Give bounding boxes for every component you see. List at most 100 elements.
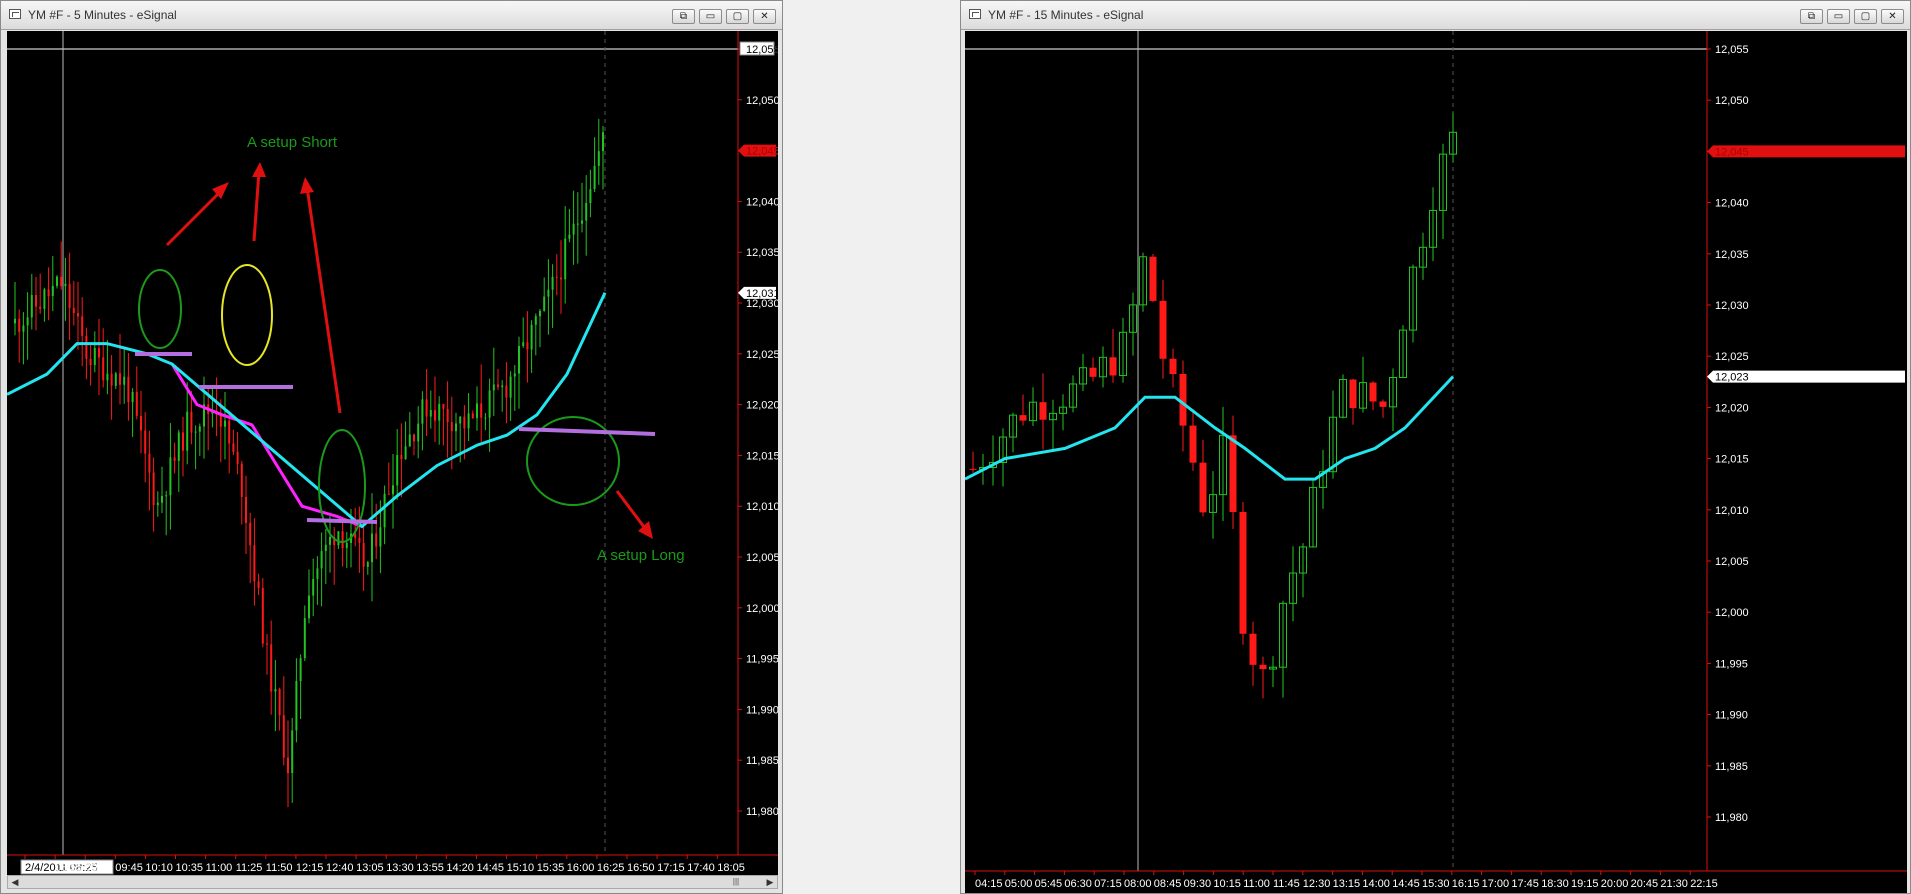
candle-body bbox=[261, 587, 264, 644]
candle-body bbox=[190, 411, 193, 433]
time-tick-label: 19:15 bbox=[1571, 878, 1599, 890]
maximize-button[interactable]: ▢ bbox=[726, 9, 749, 24]
annotation-circle bbox=[318, 429, 366, 543]
candle-body bbox=[442, 404, 445, 409]
maximize-button[interactable]: ▢ bbox=[1854, 9, 1877, 24]
price-tick-label: 11,980 bbox=[1715, 812, 1748, 824]
price-tick-label: 12,010 bbox=[746, 501, 778, 513]
candle-body bbox=[56, 276, 58, 286]
candle-body bbox=[173, 457, 176, 461]
candle-body bbox=[39, 306, 42, 309]
time-tick-label: 17:45 bbox=[1511, 878, 1539, 890]
price-tick-label: 11,990 bbox=[746, 704, 778, 716]
candle-body bbox=[434, 410, 436, 421]
arrow bbox=[165, 187, 225, 247]
annotation-setup-long: A setup Long bbox=[597, 547, 685, 564]
price-chart[interactable]: A setup Short A setup Long 12,055 12,050 1… bbox=[7, 31, 778, 875]
candle-body bbox=[1259, 664, 1267, 670]
price-tick-label: 11,995 bbox=[1715, 658, 1748, 670]
candle-body bbox=[303, 618, 306, 659]
candle-body bbox=[81, 316, 84, 336]
time-tick-label: 16:25 bbox=[597, 862, 625, 874]
candle-body bbox=[278, 688, 281, 716]
candle-body bbox=[60, 276, 63, 287]
candle-body bbox=[110, 373, 113, 386]
candle-body bbox=[593, 165, 596, 190]
candle-body bbox=[89, 358, 92, 366]
time-tick-label: 20:45 bbox=[1631, 878, 1659, 890]
candle-body bbox=[106, 373, 109, 381]
time-axis: 04:15 05:00 05:45 06:30 07:15 08:00 08:45 09:30… bbox=[965, 870, 1907, 890]
candle-body bbox=[194, 431, 197, 433]
candle-body bbox=[148, 453, 151, 473]
time-tick-label: 13:15 bbox=[1333, 878, 1361, 890]
time-tick-label: 11:00 bbox=[206, 862, 233, 874]
price-tick-label: 12,040 bbox=[746, 196, 778, 208]
restore-button[interactable]: ⧉ bbox=[672, 9, 695, 24]
candle-body bbox=[568, 234, 571, 239]
candle-body bbox=[270, 644, 273, 692]
candle-body bbox=[72, 308, 75, 314]
candle-body bbox=[182, 432, 184, 451]
price-tick-label: 12,035 bbox=[1715, 249, 1749, 261]
close-button[interactable]: ✕ bbox=[1881, 9, 1904, 24]
time-tick-label: 04:15 bbox=[975, 878, 1003, 890]
time-tick-label: 12:30 bbox=[1303, 878, 1331, 890]
last-price-label: 12,045 bbox=[746, 146, 778, 158]
candle-body bbox=[400, 455, 403, 460]
title-bar[interactable]: YM #F - 15 Minutes - eSignal ⧉ ▭ ▢ ✕ bbox=[961, 1, 1910, 30]
candle-body bbox=[497, 384, 499, 388]
candle-body bbox=[446, 408, 449, 423]
candle-body bbox=[438, 404, 441, 421]
scroll-right-arrow[interactable]: ▶ bbox=[763, 876, 777, 888]
candle-body bbox=[387, 493, 390, 495]
chart-window-5min[interactable]: YM #F - 5 Minutes - eSignal ⧉ ▭ ▢ ✕ A se… bbox=[0, 0, 783, 894]
restore-button[interactable]: ⧉ bbox=[1800, 9, 1823, 24]
candle-body bbox=[232, 443, 235, 452]
candle-body bbox=[480, 403, 483, 418]
candle-body bbox=[492, 384, 495, 391]
chart-canvas-15min[interactable]: 12,055 12,050 12,045 12,040 12,035 12,030 12,0… bbox=[965, 31, 1907, 893]
candle-body bbox=[135, 392, 138, 416]
candle-body bbox=[144, 430, 147, 454]
price-tick-label: 12,000 bbox=[746, 603, 778, 615]
time-tick-label: 09:30 bbox=[1184, 878, 1212, 890]
chart-window-15min[interactable]: YM #F - 15 Minutes - eSignal ⧉ ▭ ▢ ✕ 12,… bbox=[960, 0, 1911, 894]
chart-canvas-5min[interactable]: A setup Short A setup Long 12,055 12,050 1… bbox=[7, 31, 778, 875]
close-button[interactable]: ✕ bbox=[753, 9, 776, 24]
scroll-left-arrow[interactable]: ◀ bbox=[8, 876, 22, 888]
title-bar[interactable]: YM #F - 5 Minutes - eSignal ⧉ ▭ ▢ ✕ bbox=[1, 1, 782, 30]
price-tick-label: 12,040 bbox=[1715, 198, 1749, 210]
price-tick-label: 12,050 bbox=[1715, 95, 1749, 107]
time-tick-label: 05:00 bbox=[1005, 878, 1033, 890]
price-axis: 12,055 12,050 12,045 12,040 12,035 12,030 12,0… bbox=[1706, 31, 1905, 871]
horizontal-scrollbar[interactable]: ◀ ||| ▶ bbox=[7, 875, 778, 889]
candle-body bbox=[505, 385, 508, 398]
candle-body bbox=[1039, 402, 1047, 420]
price-tick-label: 12,005 bbox=[1715, 556, 1749, 568]
price-tick-label: 12,050 bbox=[746, 95, 778, 107]
annotation-circle-yellow bbox=[221, 264, 273, 366]
time-tick-label: 09:20 bbox=[85, 862, 113, 874]
price-tick-label: 12,005 bbox=[746, 552, 778, 564]
candle-body bbox=[287, 757, 289, 774]
candle-body bbox=[47, 289, 50, 297]
price-tick-label: 12,015 bbox=[746, 450, 778, 462]
minimize-button[interactable]: ▭ bbox=[1827, 9, 1850, 24]
price-chart[interactable]: 12,055 12,050 12,045 12,040 12,035 12,030 12,0… bbox=[965, 31, 1907, 893]
annotations: A setup Short A setup Long bbox=[135, 134, 685, 564]
candle-body bbox=[295, 681, 298, 731]
time-tick-label: 13:05 bbox=[356, 862, 384, 874]
price-tick-label: 12,015 bbox=[1715, 454, 1749, 466]
last-price-label: 12,045 bbox=[1715, 146, 1749, 158]
time-tick-label: 18:30 bbox=[1541, 878, 1569, 890]
time-tick-label: 11:50 bbox=[266, 862, 293, 874]
price-tick-label: 11,995 bbox=[746, 654, 778, 666]
candle-body bbox=[534, 316, 537, 325]
candle-body bbox=[169, 457, 172, 496]
time-tick-label: 13:55 bbox=[416, 862, 444, 874]
minimize-button[interactable]: ▭ bbox=[699, 9, 722, 24]
scroll-thumb[interactable]: ||| bbox=[726, 877, 746, 887]
candle-body bbox=[140, 415, 142, 431]
window-title: YM #F - 5 Minutes - eSignal bbox=[28, 8, 177, 22]
